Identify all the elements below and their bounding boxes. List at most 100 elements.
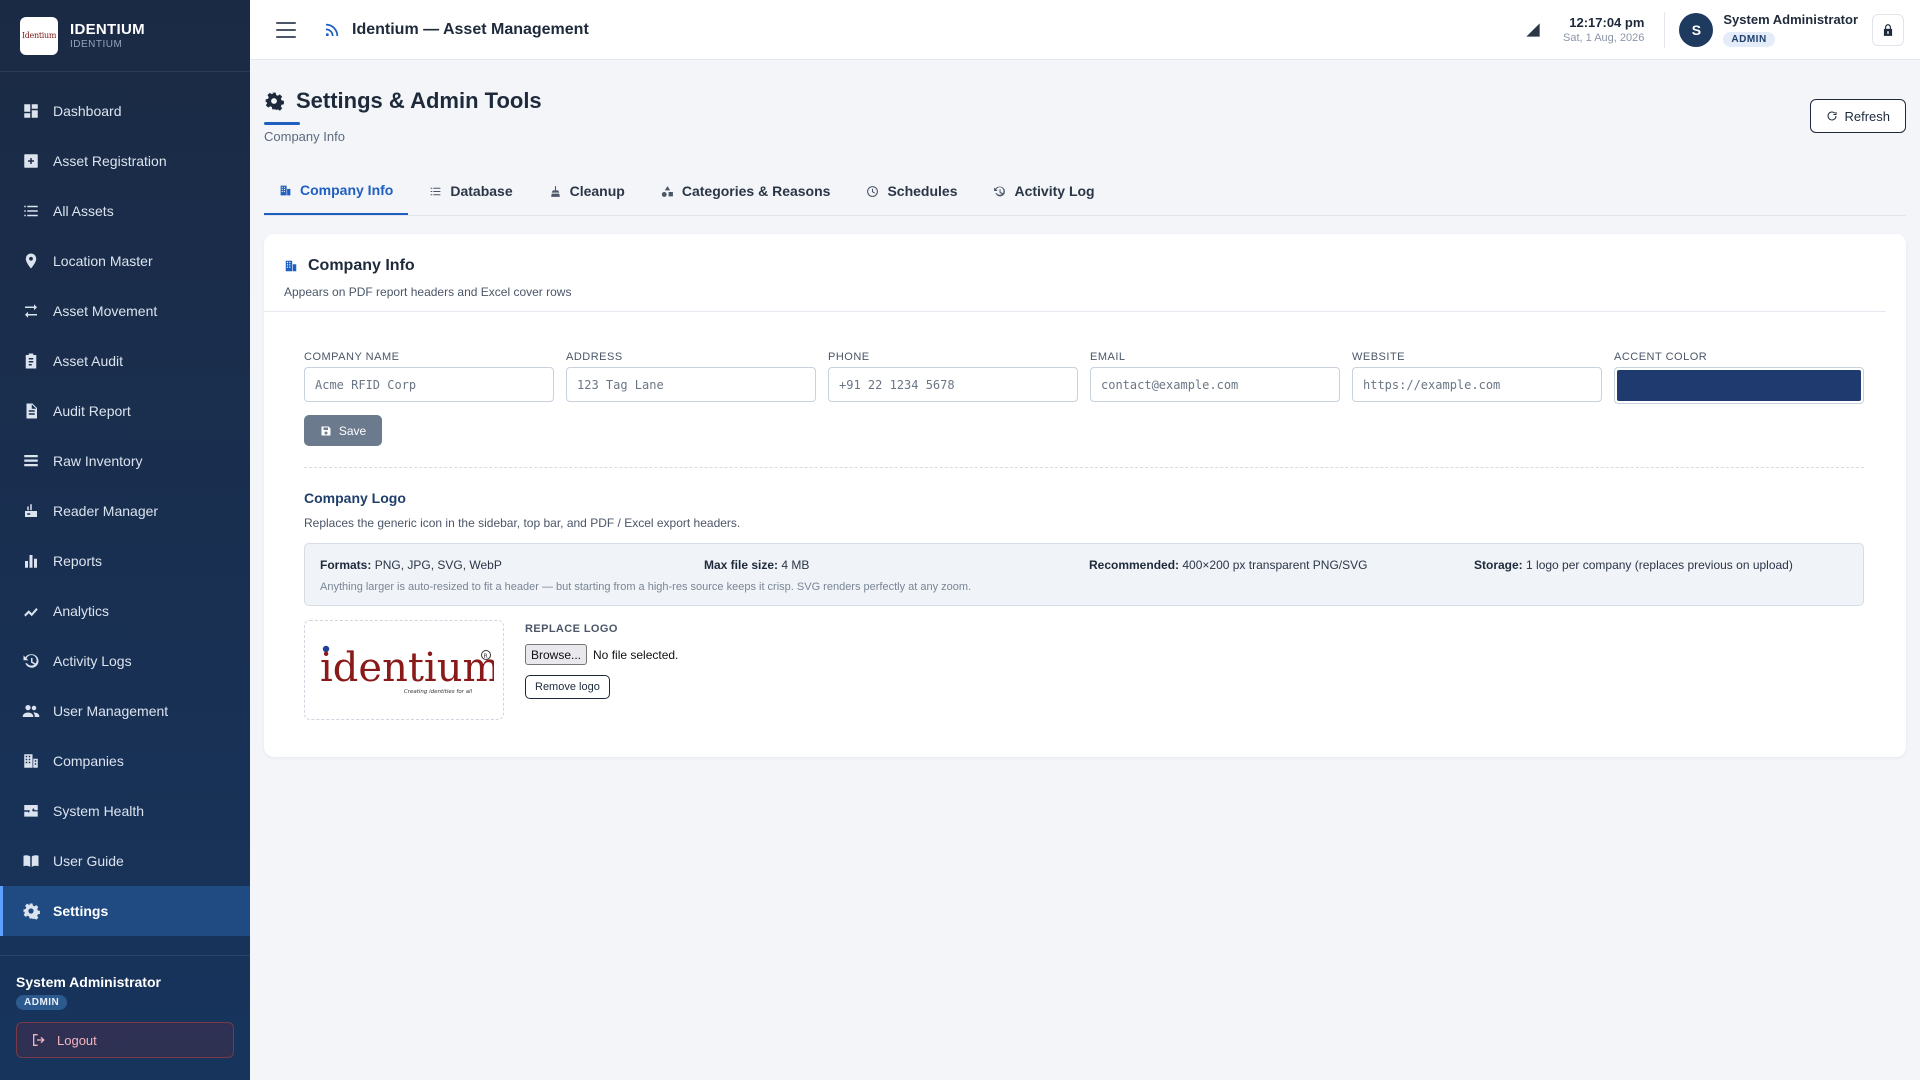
field-label: ACCENT COLOR [1614,351,1708,363]
tab-label: Activity Log [1014,183,1095,199]
field-label: EMAIL [1090,351,1126,363]
remove-logo-button[interactable]: Remove logo [525,675,610,699]
formats-info: Formats: PNG, JPG, SVG, WebP [320,558,502,572]
sidebar-item-settings[interactable]: Settings [0,886,250,936]
sidebar-item-asset-registration[interactable]: Asset Registration [0,136,250,186]
website-input[interactable] [1352,367,1602,402]
sidebar-item-activity-logs[interactable]: Activity Logs [0,636,250,686]
sidebar-item-label: Activity Logs [53,653,132,669]
page-subtitle: Company Info [264,129,345,144]
sidebar-item-label: All Assets [53,203,114,219]
logo-section-title: Company Logo [304,490,406,506]
tab-schedules[interactable]: Schedules [851,167,972,215]
plus-square-icon [24,154,38,168]
logo-note: Anything larger is auto-resized to fit a… [320,581,972,593]
gear-icon [265,92,284,111]
company-form: COMPANY NAME ADDRESS PHONE EMAIL WEBSITE… [304,351,1876,404]
map-pin-icon [25,253,37,269]
broom-icon [550,185,560,197]
logout-button[interactable]: Logout [16,1022,234,1058]
logout-icon [33,1034,45,1046]
card-title: Company Info [284,257,1866,275]
brand-name: IDENTIUM [70,21,145,38]
clock: 12:17:04 pm Sat, 1 Aug, 2026 [1563,15,1644,44]
save-button[interactable]: Save [304,415,382,446]
sidebar-item-asset-movement[interactable]: Asset Movement [0,286,250,336]
sidebar-item-reader-manager[interactable]: Reader Manager [0,486,250,536]
sidebar-item-label: User Management [53,703,169,719]
sidebar-item-dashboard[interactable]: Dashboard [0,86,250,136]
replace-logo-label: REPLACE LOGO [525,623,618,635]
sidebar-item-label: Raw Inventory [53,453,143,469]
tab-cleanup[interactable]: Cleanup [534,167,640,215]
logo-section-subtitle: Replaces the generic icon in the sidebar… [304,516,741,530]
sidebar-item-asset-audit[interactable]: Asset Audit [0,336,250,386]
brand: Identium IDENTIUM IDENTIUM [0,0,250,72]
browse-button[interactable]: Browse... [525,644,588,665]
save-label: Save [338,423,367,438]
dashboard-icon [24,104,38,118]
tab-label: Database [450,183,513,199]
sidebar-item-analytics[interactable]: Analytics [0,586,250,636]
sidebar-item-user-guide[interactable]: User Guide [0,836,250,886]
rss-icon [325,23,339,36]
lock-button[interactable] [1872,13,1904,46]
sidebar-item-label: Asset Registration [53,153,167,169]
svg-text:Creating identities for all: Creating identities for all [404,689,473,695]
pulse-icon [24,805,38,817]
refresh-button[interactable]: Refresh [1810,99,1906,133]
tab-activity-log[interactable]: Activity Log [978,167,1109,215]
company-name-input[interactable] [304,367,554,402]
sidebar-item-label: Analytics [53,603,110,619]
stack-icon [24,455,38,467]
sidebar-item-label: System Health [53,803,145,819]
sidebar-item-label: Companies [53,753,124,769]
sidebar-item-all-assets[interactable]: All Assets [0,186,250,236]
page-title: Settings & Admin Tools [264,88,542,114]
tab-label: Schedules [887,183,958,199]
sidebar-item-user-management[interactable]: User Management [0,686,250,736]
sidebar-item-companies[interactable]: Companies [0,736,250,786]
card-subtitle: Appears on PDF report headers and Excel … [284,285,572,299]
email-field: EMAIL [1090,351,1340,404]
logo-preview: identium R Creating identities for all [304,620,504,720]
tab-categories-reasons[interactable]: Categories & Reasons [646,167,846,215]
sidebar-item-system-health[interactable]: System Health [0,786,250,836]
accent-color-swatch [1617,370,1861,401]
avatar[interactable]: S [1679,12,1714,47]
menu-toggle-button[interactable] [276,21,296,38]
sidebar-item-raw-inventory[interactable]: Raw Inventory [0,436,250,486]
list-icon [24,205,38,217]
book-icon [23,855,39,867]
building-icon [285,260,297,272]
refresh-label: Refresh [1844,108,1890,124]
file-status: No file selected. [593,647,679,662]
phone-input[interactable] [828,367,1078,402]
sidebar-item-reports[interactable]: Reports [0,536,250,586]
max-size-info: Max file size: 4 MB [704,558,810,572]
tab-database[interactable]: Database [414,167,527,215]
recommended-info: Recommended: 400×200 px transparent PNG/… [1089,558,1368,572]
logout-label: Logout [57,1032,97,1048]
brand-logo: Identium [20,16,58,55]
sidebar-item-audit-report[interactable]: Audit Report [0,386,250,436]
address-field: ADDRESS [566,351,816,404]
accent-color-picker[interactable] [1614,367,1864,404]
tab-company-info[interactable]: Company Info [264,167,409,215]
role-badge: ADMIN [1723,32,1775,47]
company-logo-image: identium R Creating identities for all [320,645,494,695]
logo-requirements-box: Formats: PNG, JPG, SVG, WebP Max file si… [304,543,1864,606]
svg-text:identium: identium [320,645,494,691]
sidebar-item-location-master[interactable]: Location Master [0,236,250,286]
email-input[interactable] [1090,367,1340,402]
trend-icon [24,608,38,617]
role-badge: ADMIN [16,995,68,1010]
tab-label: Company Info [300,182,394,198]
website-field: WEBSITE [1352,351,1602,404]
clock-time: 12:17:04 pm [1569,15,1645,30]
sidebar-item-label: Location Master [53,253,153,269]
list-icon [430,187,441,195]
address-input[interactable] [566,367,816,402]
users-icon [22,705,40,717]
lock-icon [1883,23,1893,36]
